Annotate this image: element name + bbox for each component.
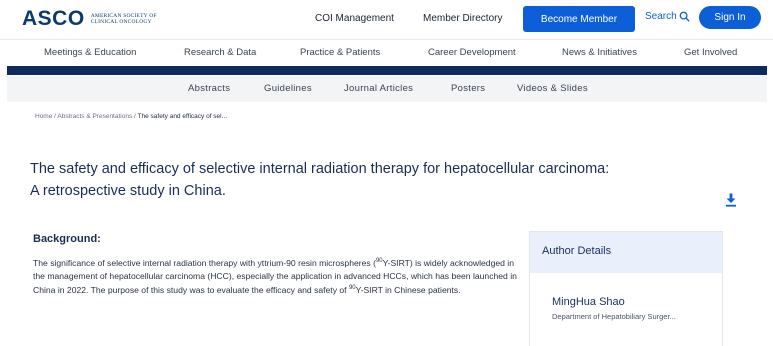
search-button[interactable]: Search — [645, 11, 690, 22]
sub-nav: Abstracts Guidelines Journal Articles Po… — [7, 76, 767, 102]
isotope-superscript: 90 — [375, 258, 383, 264]
background-text-part-1: The significance of selective internal r… — [33, 257, 376, 268]
nav-meetings-education[interactable]: Meetings & Education — [44, 47, 136, 58]
breadcrumb-separator: / — [134, 113, 136, 120]
logo-subtitle-line2: CLINICAL ONCOLOGY — [90, 19, 152, 25]
top-header: ASCO AMERICAN SOCIETY OF CLINICAL ONCOLO… — [0, 0, 773, 38]
isotope-superscript: 90 — [348, 285, 356, 292]
author-details-heading: Author Details — [530, 232, 722, 273]
nav-research-data[interactable]: Research & Data — [184, 47, 256, 58]
background-heading: Background: — [33, 233, 101, 245]
breadcrumb-separator: / — [54, 113, 56, 120]
member-directory-link[interactable]: Member Directory — [423, 13, 502, 24]
search-label: Search — [645, 11, 677, 22]
breadcrumb-home[interactable]: Home — [35, 113, 52, 120]
coi-management-link[interactable]: COI Management — [315, 13, 394, 24]
breadcrumb-section[interactable]: Abstracts & Presentations — [57, 113, 132, 120]
logo-word: ASCO — [22, 7, 85, 30]
subnav-posters[interactable]: Posters — [451, 83, 485, 94]
author-details-card: Author Details MingHua Shao Department o… — [529, 231, 723, 346]
subnav-guidelines[interactable]: Guidelines — [264, 83, 312, 94]
main-nav: Meetings & Education Research & Data Pra… — [0, 39, 773, 66]
logo-subtitle: AMERICAN SOCIETY OF CLINICAL ONCOLOGY — [91, 13, 157, 25]
author-department: Department of Hepatobiliary Surger... — [552, 312, 676, 321]
nav-news-initiatives[interactable]: News & Initiatives — [562, 47, 637, 58]
asco-logo[interactable]: ASCO AMERICAN SOCIETY OF CLINICAL ONCOLO… — [22, 8, 157, 30]
nav-career-development[interactable]: Career Development — [428, 47, 516, 58]
sign-in-button[interactable]: Sign In — [699, 6, 761, 29]
page-title: The safety and efficacy of selective int… — [30, 158, 670, 202]
become-member-button[interactable]: Become Member — [523, 6, 635, 32]
background-text-part-3: Y-SIRT in Chinese patients. — [355, 285, 461, 296]
navy-divider — [7, 66, 767, 75]
subnav-videos-slides[interactable]: Videos & Slides — [517, 83, 588, 94]
subnav-journal-articles[interactable]: Journal Articles — [344, 83, 413, 94]
title-line-1: The safety and efficacy of selective int… — [30, 161, 610, 177]
author-name[interactable]: MingHua Shao — [552, 296, 625, 308]
breadcrumb-current: The safety and efficacy of sel... — [137, 113, 228, 120]
download-icon[interactable] — [725, 193, 737, 207]
breadcrumb: Home / Abstracts & Presentations / The s… — [35, 113, 227, 120]
title-line-2: A retrospective study in China. — [30, 183, 226, 199]
nav-get-involved[interactable]: Get Involved — [684, 47, 737, 58]
background-text: The significance of selective internal r… — [33, 255, 523, 297]
subnav-abstracts[interactable]: Abstracts — [188, 83, 230, 94]
nav-practice-patients[interactable]: Practice & Patients — [300, 47, 380, 58]
search-icon — [679, 11, 690, 22]
